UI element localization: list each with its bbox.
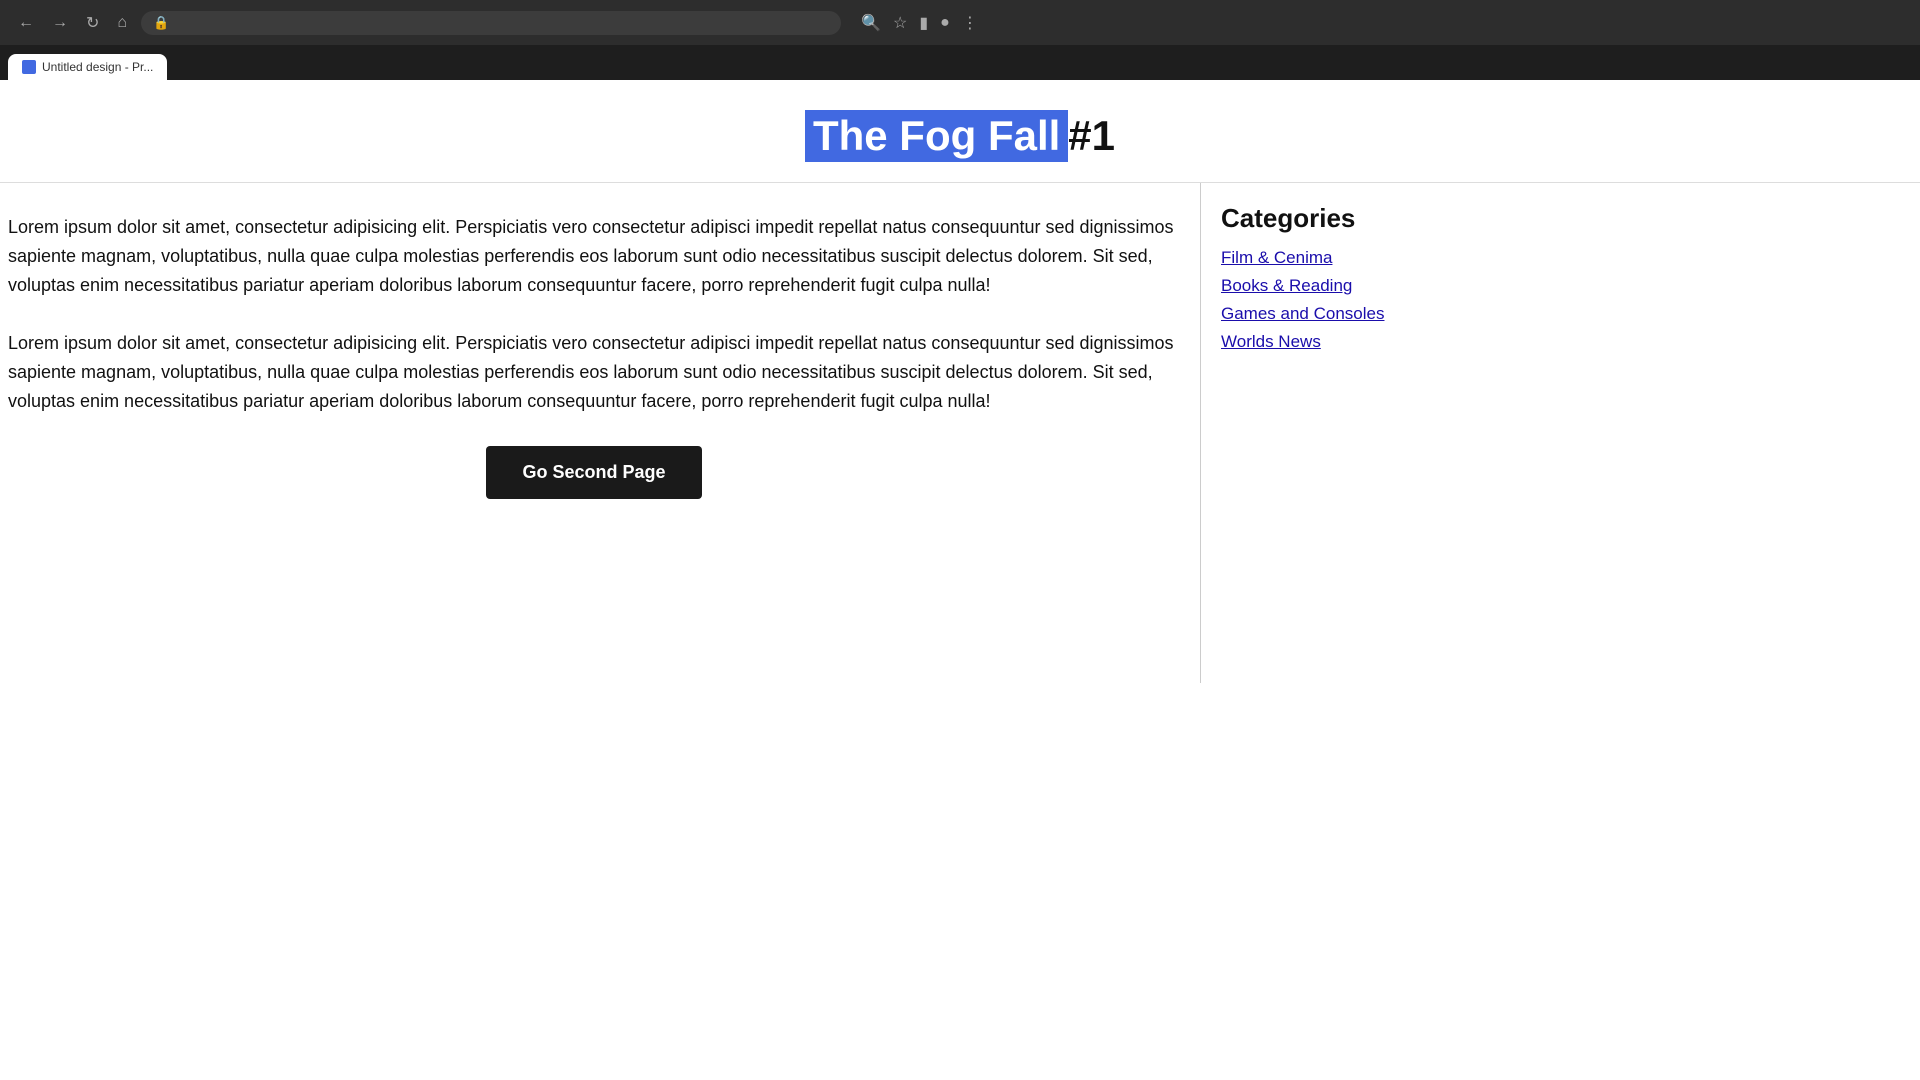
- menu-icon[interactable]: ⋮: [962, 13, 978, 33]
- sidebar-link-film[interactable]: Film & Cenima: [1221, 248, 1332, 267]
- forward-button[interactable]: →: [46, 10, 74, 36]
- sidebar-link-books[interactable]: Books & Reading: [1221, 276, 1352, 295]
- home-button[interactable]: ⌂: [111, 10, 133, 36]
- list-item: Games and Consoles: [1221, 304, 1460, 324]
- zoom-icon[interactable]: 🔍: [861, 13, 881, 33]
- list-item: Books & Reading: [1221, 276, 1460, 296]
- reload-button[interactable]: ↻: [80, 9, 105, 37]
- tab-favicon: [22, 60, 36, 74]
- main-content: Lorem ipsum dolor sit amet, consectetur …: [0, 183, 1200, 529]
- title-highlight: The Fog Fall: [805, 110, 1068, 162]
- browser-chrome: ← → ↻ ⌂ 🔒 127.0.0.1:5500/index.html 🔍 ☆ …: [0, 0, 1920, 45]
- sidebar-link-games[interactable]: Games and Consoles: [1221, 304, 1384, 323]
- browser-actions: 🔍 ☆ ▮ ● ⋮: [861, 13, 978, 33]
- paragraph-2: Lorem ipsum dolor sit amet, consectetur …: [8, 329, 1180, 415]
- content-layout: Lorem ipsum dolor sit amet, consectetur …: [0, 183, 1920, 1080]
- list-item: Film & Cenima: [1221, 248, 1460, 268]
- page-title: The Fog Fall #1: [805, 110, 1115, 162]
- paragraph-1: Lorem ipsum dolor sit amet, consectetur …: [8, 213, 1180, 299]
- active-tab[interactable]: Untitled design - Pr...: [8, 54, 167, 80]
- sidebar: Categories Film & Cenima Books & Reading…: [1200, 183, 1480, 683]
- page-wrapper: The Fog Fall #1 Lorem ipsum dolor sit am…: [0, 80, 1920, 1080]
- bookmark-icon[interactable]: ☆: [893, 13, 907, 33]
- back-button[interactable]: ←: [12, 10, 40, 36]
- lock-icon: 🔒: [153, 15, 169, 31]
- sidebar-title: Categories: [1221, 203, 1460, 234]
- go-second-page-button[interactable]: Go Second Page: [486, 446, 701, 499]
- tab-title: Untitled design - Pr...: [42, 60, 153, 74]
- page-header: The Fog Fall #1: [0, 80, 1920, 183]
- list-item: Worlds News: [1221, 332, 1460, 352]
- sidebar-link-news[interactable]: Worlds News: [1221, 332, 1321, 351]
- title-suffix: #1: [1068, 112, 1115, 160]
- tab-bar: Untitled design - Pr...: [0, 45, 1920, 80]
- address-bar[interactable]: 🔒 127.0.0.1:5500/index.html: [141, 11, 841, 35]
- nav-buttons: ← → ↻ ⌂: [12, 9, 133, 37]
- url-input[interactable]: 127.0.0.1:5500/index.html: [177, 15, 829, 31]
- extension-icon[interactable]: ●: [940, 14, 950, 32]
- button-container: Go Second Page: [8, 446, 1180, 499]
- profile-icon[interactable]: ▮: [919, 13, 928, 33]
- sidebar-links: Film & Cenima Books & Reading Games and …: [1221, 248, 1460, 352]
